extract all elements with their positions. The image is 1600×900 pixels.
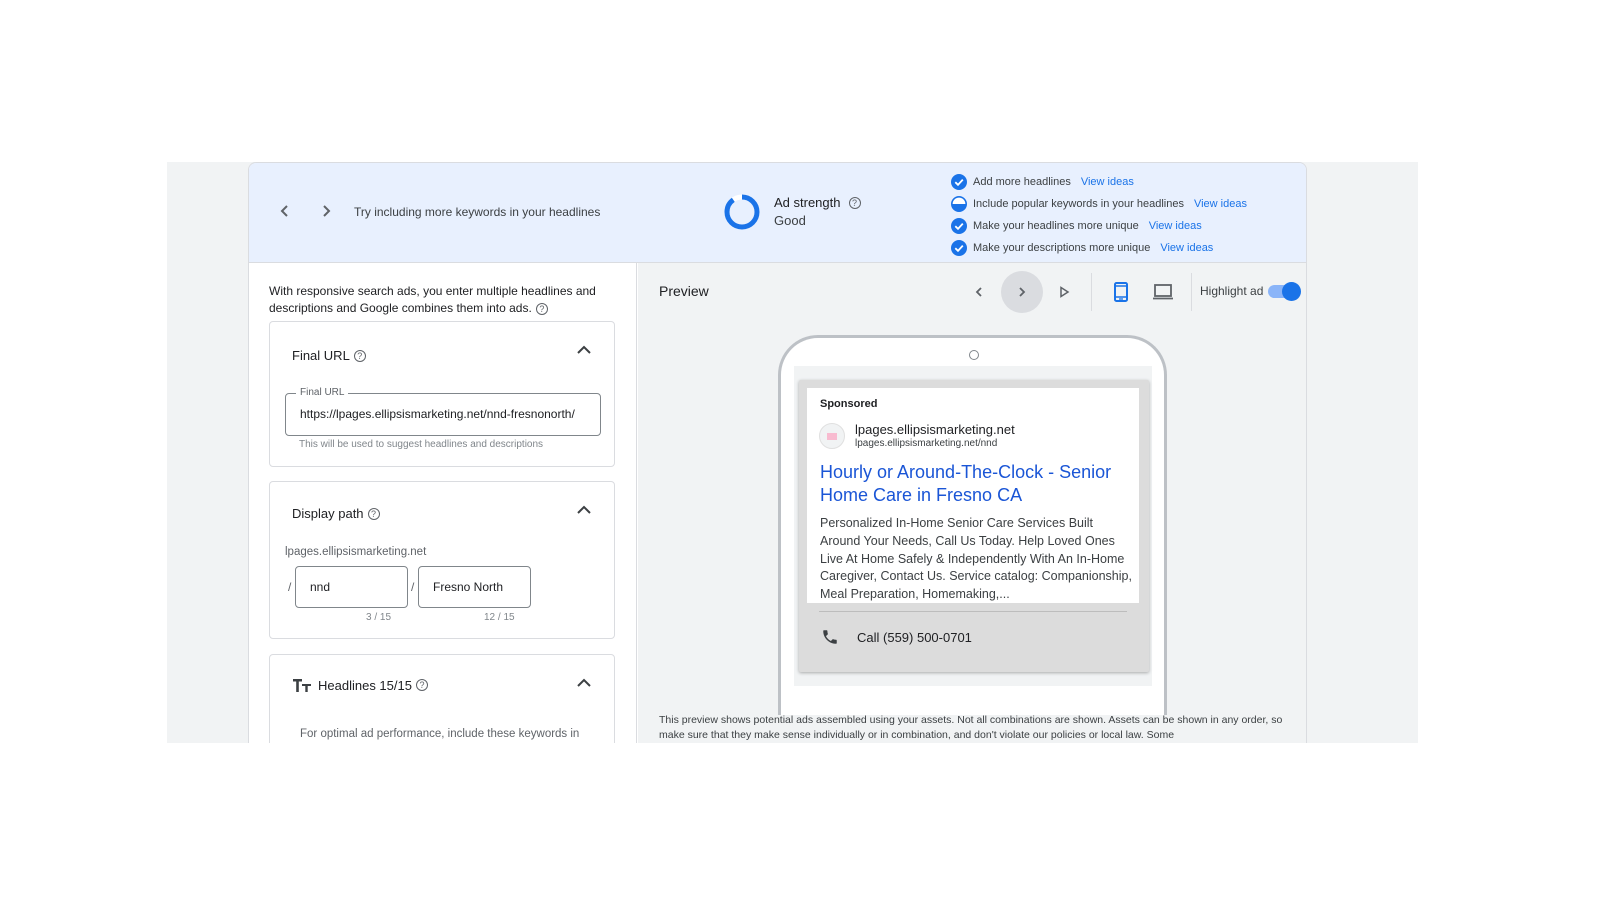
help-icon[interactable]: ?	[848, 196, 861, 209]
sponsored-label: Sponsored	[820, 398, 878, 410]
ad-display-url: lpages.ellipsismarketing.net/nnd	[855, 438, 998, 449]
help-icon[interactable]: ?	[415, 679, 428, 691]
view-ideas-link[interactable]: View ideas	[1149, 220, 1202, 232]
divider	[1091, 273, 1092, 311]
view-ideas-link[interactable]: View ideas	[1160, 242, 1213, 254]
preview-panel: Preview Highlight ad Sponsored lpages.el…	[638, 263, 1306, 743]
headlines-title: Headlines 15/15?	[292, 677, 428, 693]
path2-field[interactable]	[418, 566, 531, 608]
chevron-right-icon	[323, 205, 331, 217]
phone-screen: Sponsored lpages.ellipsismarketing.net l…	[794, 366, 1152, 686]
ad-preview: Sponsored lpages.ellipsismarketing.net l…	[799, 380, 1149, 672]
previous-preview-button[interactable]	[958, 271, 1000, 313]
ad-headline-link[interactable]: Hourly or Around-The-Clock - Senior Home…	[820, 461, 1130, 507]
final-url-input[interactable]	[300, 407, 590, 421]
suggestion-item: Include popular keywords in your headlin…	[951, 193, 1247, 215]
collapse-chevron-icon[interactable]	[576, 342, 592, 358]
laptop-icon	[1153, 284, 1173, 300]
display-path-domain: lpages.ellipsismarketing.net	[285, 546, 427, 558]
help-icon[interactable]: ?	[353, 349, 366, 362]
view-ideas-link[interactable]: View ideas	[1194, 198, 1247, 210]
ad-editor-viewport: Try including more keywords in your head…	[167, 162, 1418, 743]
chevron-right-icon	[1019, 287, 1026, 297]
ad-strength-banner: Try including more keywords in your head…	[249, 163, 1306, 263]
path-separator: /	[288, 580, 292, 594]
collapse-chevron-icon[interactable]	[576, 502, 592, 518]
final-url-section: Final URL? Final URL This will be used t…	[269, 321, 615, 467]
headlines-section: Headlines 15/15? For optimal ad performa…	[269, 654, 615, 743]
suggestion-item: Make your descriptions more unique View …	[951, 237, 1247, 259]
next-tip-button[interactable]	[314, 199, 338, 223]
check-circle-icon	[951, 240, 967, 256]
divider	[819, 611, 1127, 612]
asset-editor-panel: With responsive search ads, you enter mu…	[249, 263, 637, 743]
play-icon	[1060, 286, 1070, 298]
preview-disclaimer: This preview shows potential ads assembl…	[659, 714, 1283, 741]
ad-editor-card: Try including more keywords in your head…	[248, 162, 1307, 743]
display-path-title: Display path?	[292, 506, 380, 521]
preview-title: Preview	[659, 283, 709, 299]
smartphone-icon	[1114, 282, 1128, 302]
ad-site-name: lpages.ellipsismarketing.net	[855, 422, 1015, 437]
phone-mockup: Sponsored lpages.ellipsismarketing.net l…	[778, 335, 1167, 715]
collapse-chevron-icon[interactable]	[576, 675, 592, 691]
path1-field[interactable]	[295, 566, 408, 608]
final-url-title: Final URL?	[292, 348, 366, 363]
path1-char-count: 3 / 15	[366, 612, 392, 623]
ad-content: Sponsored lpages.ellipsismarketing.net l…	[807, 388, 1139, 603]
phone-call-icon	[823, 630, 837, 644]
headlines-keyword-hint: For optimal ad performance, include thes…	[300, 728, 580, 740]
chevron-left-icon	[280, 205, 288, 217]
call-extension[interactable]: Call (559) 500-0701	[821, 628, 972, 646]
divider	[1191, 273, 1192, 311]
tip-text: Try including more keywords in your head…	[354, 205, 601, 219]
path2-char-count: 12 / 15	[484, 612, 515, 623]
intro-text: With responsive search ads, you enter mu…	[269, 284, 596, 315]
ad-description: Personalized In-Home Senior Care Service…	[820, 516, 1132, 602]
final-url-field[interactable]: Final URL	[285, 387, 601, 436]
phone-camera-icon	[969, 350, 979, 360]
check-circle-icon	[951, 174, 967, 190]
path1-input[interactable]	[310, 580, 400, 594]
desktop-view-button[interactable]	[1142, 271, 1184, 313]
toggle-knob	[1282, 282, 1301, 301]
path-separator: /	[411, 580, 415, 594]
ad-strength-ring-icon	[724, 194, 760, 230]
path2-input[interactable]	[433, 580, 523, 594]
site-favicon	[819, 423, 845, 449]
display-path-section: Display path? lpages.ellipsismarketing.n…	[269, 481, 615, 639]
mobile-view-button[interactable]	[1100, 271, 1142, 313]
help-icon[interactable]: ?	[367, 507, 380, 520]
text-format-icon	[293, 679, 311, 692]
next-preview-button[interactable]	[1001, 271, 1043, 313]
suggestions-list: Add more headlines View ideas Include po…	[951, 171, 1247, 259]
highlight-ad-toggle[interactable]	[1268, 282, 1301, 301]
half-circle-icon	[951, 196, 967, 212]
suggestion-item: Add more headlines View ideas	[951, 171, 1247, 193]
ad-strength-title: Ad strength ?	[774, 195, 861, 210]
chevron-left-icon	[975, 287, 982, 297]
view-ideas-link[interactable]: View ideas	[1081, 176, 1134, 188]
final-url-hint: This will be used to suggest headlines a…	[299, 439, 544, 450]
previous-tip-button[interactable]	[273, 199, 297, 223]
highlight-ad-label: Highlight ad	[1200, 284, 1264, 298]
ad-strength-value: Good	[774, 213, 806, 228]
help-icon[interactable]: ?	[535, 302, 548, 315]
suggestion-item: Make your headlines more unique View ide…	[951, 215, 1247, 237]
play-preview-button[interactable]	[1043, 271, 1085, 313]
check-circle-icon	[951, 218, 967, 234]
